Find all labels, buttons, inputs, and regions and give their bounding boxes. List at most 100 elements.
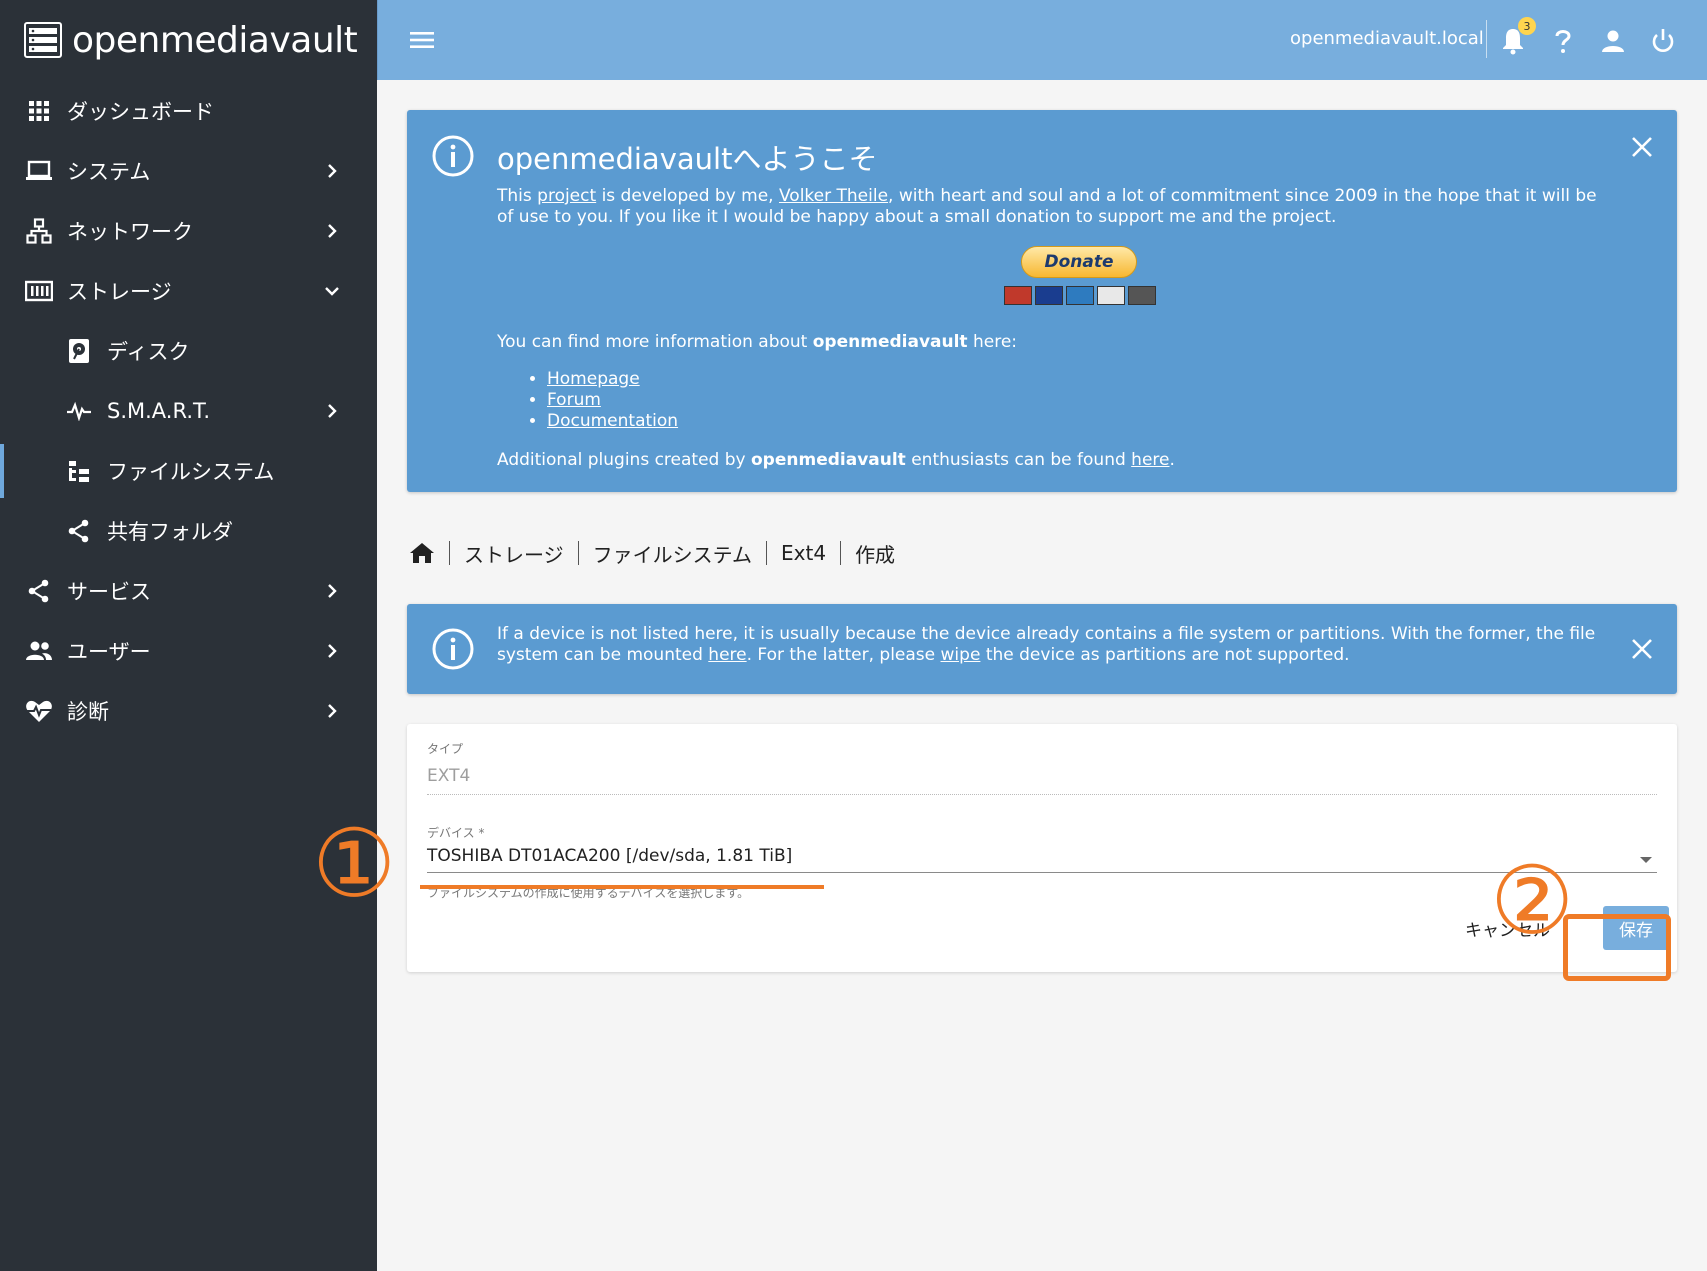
- bank-icon: [1128, 286, 1156, 305]
- sidebar-item-label: システム: [67, 160, 151, 184]
- pulse-icon: [65, 397, 93, 425]
- forum-link[interactable]: Forum: [547, 390, 601, 410]
- power-icon[interactable]: [1648, 26, 1678, 56]
- hostname: openmediavault.local: [1290, 28, 1484, 49]
- annotation-step-1: ①: [312, 810, 397, 919]
- storage-icon: [25, 277, 53, 305]
- list-item: Documentation: [547, 411, 678, 432]
- breadcrumb-ext4[interactable]: Ext4: [781, 541, 826, 565]
- plugins-link[interactable]: here: [1131, 450, 1169, 470]
- type-field-underline: [427, 794, 1657, 795]
- sidebar-item-label: S.M.A.R.T.: [107, 399, 211, 423]
- welcome-alert: openmediavaultへようこそ This project is deve…: [407, 110, 1677, 492]
- info-icon: [432, 628, 474, 670]
- chevron-right-icon: [328, 704, 337, 718]
- annotation-underline: [420, 885, 824, 889]
- author-link[interactable]: Volker Theile: [779, 186, 888, 206]
- sidebar-item-dashboard[interactable]: ダッシュボード: [0, 84, 377, 138]
- home-icon[interactable]: [409, 541, 435, 565]
- device-select[interactable]: TOSHIBA DT01ACA200 [/dev/sda, 1.81 TiB]: [427, 846, 792, 866]
- dropdown-arrow-icon[interactable]: [1640, 857, 1652, 863]
- text: enthusiasts can be found: [905, 450, 1132, 470]
- help-icon[interactable]: [1548, 26, 1578, 56]
- brand[interactable]: openmediavault: [24, 18, 358, 62]
- close-icon[interactable]: [1629, 636, 1655, 662]
- text-bold: openmediavault: [812, 332, 968, 352]
- type-label: タイプ: [427, 742, 464, 756]
- sidebar-item-disks[interactable]: ディスク: [0, 324, 377, 378]
- donate-button[interactable]: Donate: [1021, 246, 1137, 278]
- device-label: デバイス *: [427, 826, 485, 840]
- main-content: openmediavaultへようこそ This project is deve…: [377, 80, 1707, 1271]
- more-info-text: You can find more information about open…: [497, 332, 1017, 352]
- notification-badge: 3: [1518, 17, 1536, 35]
- info-links-list: Homepage Forum Documentation: [547, 369, 678, 432]
- payment-cards: [1004, 286, 1156, 305]
- plugins-text: Additional plugins created by openmediav…: [497, 450, 1175, 470]
- network-icon: [25, 217, 53, 245]
- sidebar-item-users[interactable]: ユーザー: [0, 624, 377, 678]
- sidebar-item-filesystems[interactable]: ファイルシステム: [0, 444, 377, 498]
- sidebar-item-label: ファイルシステム: [107, 460, 275, 484]
- chevron-right-icon: [328, 404, 337, 418]
- topbar: openmediavault.local 3: [377, 0, 1707, 80]
- mount-here-link[interactable]: here: [708, 645, 746, 665]
- chevron-right-icon: [328, 224, 337, 238]
- text: . For the latter, please: [746, 645, 941, 665]
- project-link[interactable]: project: [537, 186, 596, 206]
- list-item: Forum: [547, 390, 678, 411]
- wipe-link[interactable]: wipe: [941, 645, 981, 665]
- sidebar-item-label: ネットワーク: [67, 220, 193, 244]
- sidebar-item-label: 診断: [67, 700, 109, 724]
- brand-name: openmediavault: [72, 19, 358, 61]
- donate-block: Donate: [1004, 246, 1156, 308]
- notice-text: If a device is not listed here, it is us…: [497, 624, 1607, 666]
- breadcrumb-separator: [449, 541, 450, 565]
- breadcrumb-storage[interactable]: ストレージ: [464, 539, 564, 568]
- homepage-link[interactable]: Homepage: [547, 369, 640, 389]
- sidebar-item-services[interactable]: サービス: [0, 564, 377, 618]
- text: Additional plugins created by: [497, 450, 751, 470]
- sidebar-item-diagnostics[interactable]: 診断: [0, 684, 377, 738]
- hamburger-menu-icon[interactable]: [408, 26, 436, 54]
- sidebar-item-label: サービス: [67, 580, 151, 604]
- text: is developed by me,: [596, 186, 779, 206]
- text: here:: [967, 332, 1018, 352]
- sidebar-item-shared-folders[interactable]: 共有フォルダ: [0, 504, 377, 558]
- text: You can find more information about: [497, 332, 813, 352]
- annotation-highlight-box: [1563, 914, 1671, 981]
- device-field-underline: [427, 872, 1657, 873]
- server-logo-icon: [24, 22, 62, 58]
- text-bold: openmediavault: [751, 450, 906, 470]
- sidebar-item-label: ダッシュボード: [67, 100, 214, 124]
- laptop-icon: [25, 157, 53, 185]
- text: This: [497, 186, 538, 206]
- annotation-step-2: ②: [1490, 847, 1575, 956]
- sidebar-item-system[interactable]: システム: [0, 144, 377, 198]
- sidebar-item-label: 共有フォルダ: [107, 520, 233, 544]
- user-icon[interactable]: [1598, 26, 1628, 56]
- grid-icon: [25, 97, 53, 125]
- breadcrumb-filesystems[interactable]: ファイルシステム: [593, 539, 752, 568]
- discover-icon: [1097, 286, 1125, 305]
- share-icon: [65, 517, 93, 545]
- breadcrumb-separator: [840, 541, 842, 565]
- chevron-right-icon: [328, 164, 337, 178]
- create-filesystem-form: タイプ EXT4 デバイス * TOSHIBA DT01ACA200 [/dev…: [407, 724, 1677, 972]
- sidebar-item-label: ディスク: [107, 340, 190, 364]
- breadcrumb: ストレージ ファイルシステム Ext4 作成: [409, 527, 895, 579]
- breadcrumb-separator: [577, 541, 579, 565]
- sidebar-item-storage[interactable]: ストレージ: [0, 264, 377, 318]
- welcome-title: openmediavaultへようこそ: [497, 142, 878, 176]
- documentation-link[interactable]: Documentation: [547, 411, 678, 431]
- list-item: Homepage: [547, 369, 678, 390]
- welcome-paragraph: This project is developed by me, Volker …: [497, 186, 1607, 228]
- chevron-right-icon: [328, 584, 337, 598]
- text: .: [1169, 450, 1175, 470]
- sidebar-item-network[interactable]: ネットワーク: [0, 204, 377, 258]
- users-icon: [25, 637, 53, 665]
- chevron-down-icon: [325, 287, 339, 296]
- close-icon[interactable]: [1629, 134, 1655, 160]
- sidebar-item-smart[interactable]: S.M.A.R.T.: [0, 384, 377, 438]
- device-notice-alert: If a device is not listed here, it is us…: [407, 604, 1677, 694]
